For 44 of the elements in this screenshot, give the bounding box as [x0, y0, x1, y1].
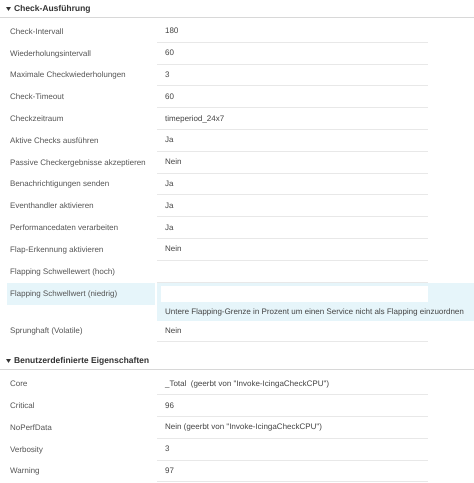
- field-label: Check-Timeout: [9, 91, 65, 104]
- field-label: Eventhandler aktivieren: [9, 200, 95, 212]
- field-value: Ja: [157, 130, 428, 152]
- field-label: Wiederholungsintervall: [9, 48, 92, 60]
- field-value: Ja: [157, 195, 428, 218]
- field-value: 3: [157, 438, 428, 461]
- field-label: Verbosity: [9, 444, 44, 456]
- section-title: Benutzerdefinierte Eigenschaften: [14, 354, 150, 368]
- field-value: Ja: [157, 174, 428, 196]
- field-label: Core: [9, 378, 28, 390]
- section-header[interactable]: Benutzerdefinierte Eigenschaften: [0, 352, 474, 370]
- field-label: Passive Checkergebnisse akzeptieren: [9, 156, 147, 169]
- field-label: Sprunghaft (Volatile): [9, 325, 84, 338]
- field-value: timeperiod_24x7: [157, 108, 428, 130]
- field-label: Flapping Schwellwert (niedrig): [7, 282, 155, 305]
- field-value: Nein: [157, 320, 428, 342]
- field-label: NoPerfData: [9, 422, 53, 434]
- field-label: Critical: [9, 400, 36, 412]
- field-value: 60: [157, 86, 428, 108]
- field-value: 96: [157, 395, 428, 417]
- caret-icon: [6, 358, 11, 363]
- section-header[interactable]: Check-Ausführung: [0, 0, 474, 18]
- field-value: 3: [157, 64, 428, 86]
- field-label: Benachrichtigungen senden: [9, 178, 110, 190]
- field-label: Performancedaten verarbeiten: [9, 222, 120, 234]
- field-value: 97: [157, 460, 428, 482]
- field-label: Aktive Checks ausführen: [9, 134, 100, 147]
- section-title: Check-Ausführung: [14, 2, 90, 15]
- field-value: 60: [157, 42, 428, 65]
- field-label: Maximale Checkwiederholungen: [9, 69, 127, 82]
- field-label: Check-Intervall: [9, 26, 64, 38]
- field-label: Warning: [9, 465, 40, 478]
- field-value: Nein: [157, 238, 428, 261]
- field-label: Flapping Schwellewert (hoch): [9, 266, 116, 278]
- field-value: Nein (geerbt von "Invoke-IcingaCheckCPU"): [157, 416, 428, 439]
- caret-icon: [6, 6, 11, 10]
- field-label: Flap-Erkennung aktivieren: [9, 244, 104, 256]
- help-text: Untere Flapping-Grenze in Prozent um einen Service nicht als Flapping einzuordnen: [164, 306, 465, 318]
- field-value: Nein: [157, 152, 428, 174]
- field-value: Ja: [157, 217, 428, 239]
- field-value: _Total (geerbt von "Invoke-IcingaCheckCPU"): [157, 373, 428, 396]
- input-field[interactable]: [161, 286, 428, 302]
- field-value: 180: [157, 21, 428, 43]
- field-label: Checkzeitraum: [9, 113, 64, 126]
